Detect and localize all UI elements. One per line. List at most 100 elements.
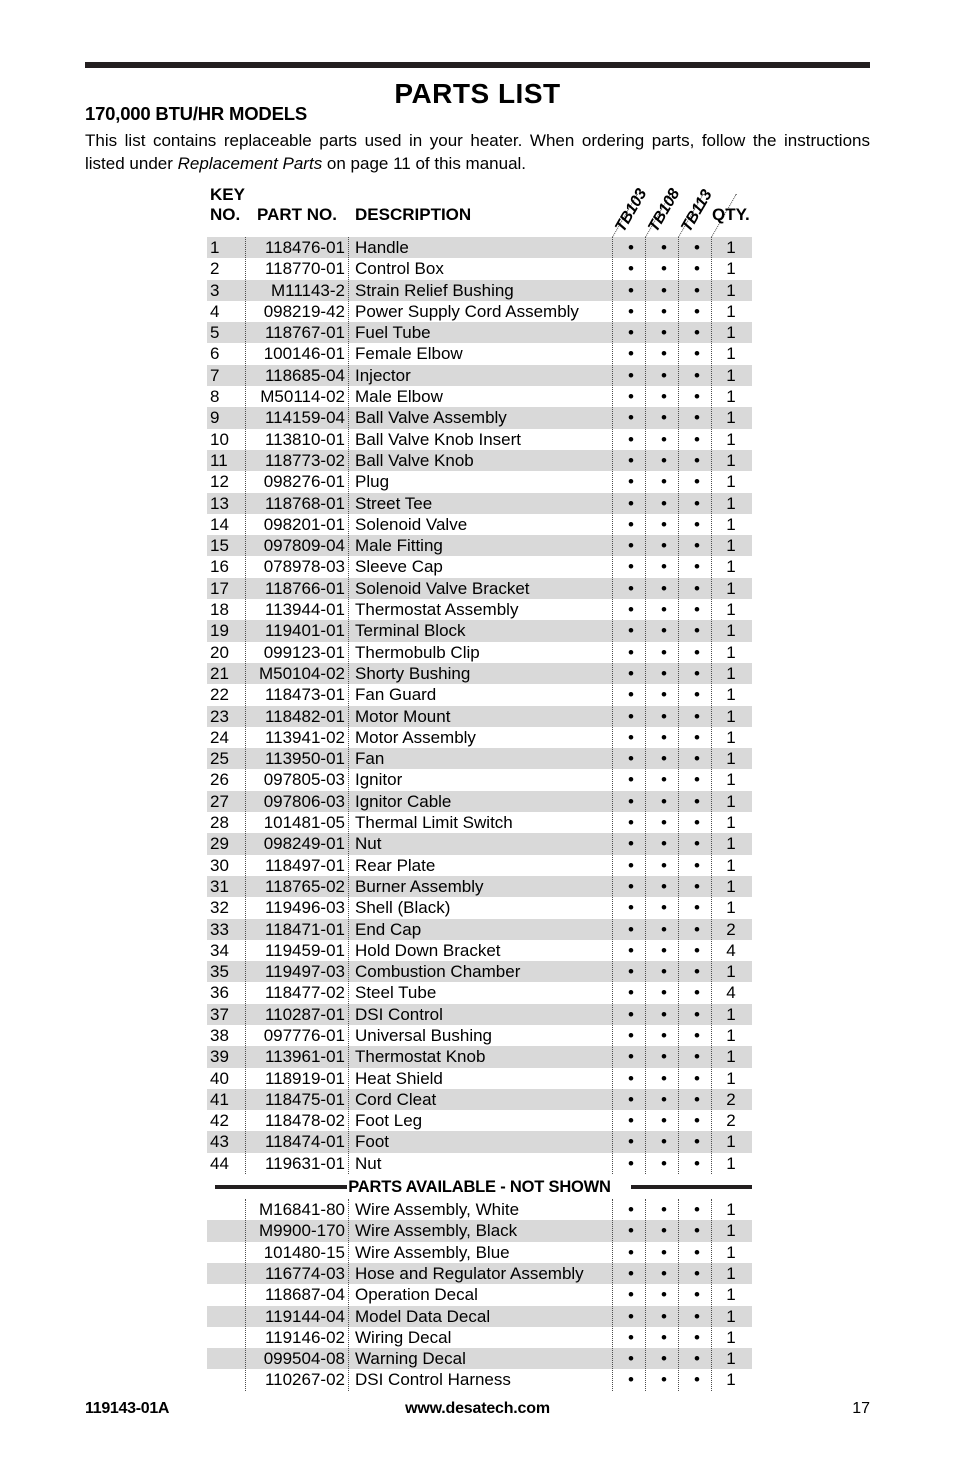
cell-qty: 1: [726, 472, 736, 492]
table-row: 6 100146-01 Female Elbow • • • 1: [207, 343, 752, 364]
cell-qty: 1: [726, 1349, 736, 1369]
cell-description: Sleeve Cap: [355, 557, 443, 577]
cell-description: Solenoid Valve Bracket: [355, 578, 530, 598]
cell-qty: 1: [726, 429, 736, 449]
cell-model-mark-tb103: •: [628, 1285, 634, 1305]
cell-qty: 1: [726, 770, 736, 790]
header-rule: [85, 62, 870, 68]
cell-description: Fuel Tube: [355, 323, 431, 343]
cell-part-no: 119496-03: [264, 898, 345, 918]
cell-model-mark-tb108: •: [661, 749, 667, 769]
cell-key-no: 25: [210, 749, 229, 769]
cell-model-mark-tb108: •: [661, 642, 667, 662]
cell-part-no: 118770-01: [264, 259, 345, 279]
cell-description: Handle: [355, 238, 409, 257]
cell-model-mark-tb113: •: [694, 813, 700, 833]
cell-model-mark-tb108: •: [661, 1285, 667, 1305]
cell-key-no: 19: [210, 621, 229, 641]
cell-description: Nut: [355, 1153, 382, 1173]
cell-model-mark-tb103: •: [628, 1242, 634, 1262]
cell-model-mark-tb113: •: [694, 1089, 700, 1109]
cell-model-mark-tb103: •: [628, 727, 634, 747]
table-row: 41 118475-01 Cord Cleat • • • 2: [207, 1088, 752, 1111]
cell-qty: 2: [726, 1089, 736, 1109]
cell-qty: 1: [726, 557, 736, 577]
cell-key-no: 21: [210, 663, 229, 683]
section-divider-label: PARTS AVAILABLE - NOT SHOWN: [348, 1178, 611, 1197]
cell-qty: 4: [726, 940, 736, 960]
cell-model-mark-tb113: •: [694, 429, 700, 449]
table-row: 101480-15 Wire Assembly, Blue • • • 1: [207, 1242, 752, 1263]
cell-model-mark-tb113: •: [694, 578, 700, 598]
cell-part-no: 118474-01: [264, 1132, 345, 1152]
cell-description: DSI Control Harness: [355, 1370, 511, 1390]
cell-part-no: M11143-2: [270, 280, 345, 300]
cell-model-mark-tb113: •: [694, 962, 700, 982]
table-row: 116774-03 Hose and Regulator Assembly • • • 1: [207, 1262, 752, 1285]
cell-model-mark-tb113: •: [694, 259, 700, 279]
cell-part-no: 118766-01: [264, 578, 345, 598]
cell-model-mark-tb113: •: [694, 365, 700, 385]
cell-model-mark-tb113: •: [694, 1068, 700, 1088]
table-row: 20 099123-01 Thermobulb Clip • • • 1: [207, 642, 752, 663]
column-header-part-no: PART NO.: [257, 205, 337, 224]
table-row: 32 119496-03 Shell (Black) • • • 1: [207, 897, 752, 918]
intro-italic-reference: Replacement Parts: [177, 153, 323, 173]
cell-model-mark-tb113: •: [694, 323, 700, 343]
cell-qty: 1: [726, 663, 736, 683]
column-divider: [645, 1199, 646, 1391]
cell-model-mark-tb108: •: [661, 1327, 667, 1347]
cell-part-no: 116774-03: [264, 1263, 345, 1283]
cell-model-mark-tb113: •: [694, 706, 700, 726]
column-divider: [348, 237, 349, 1175]
cell-model-mark-tb103: •: [628, 323, 634, 343]
table-row: 19 119401-01 Terminal Block • • • 1: [207, 620, 752, 642]
cell-part-no: 118919-01: [264, 1068, 345, 1088]
cell-model-mark-tb108: •: [661, 770, 667, 790]
table-row: 21 M50104-02 Shorty Bushing • • • 1: [207, 662, 752, 685]
cell-model-mark-tb103: •: [628, 365, 634, 385]
cell-qty: 1: [726, 876, 736, 896]
cell-key-no: 8: [210, 387, 220, 407]
cell-model-mark-tb108: •: [661, 1132, 667, 1152]
cell-model-mark-tb113: •: [694, 301, 700, 321]
cell-model-mark-tb103: •: [628, 919, 634, 939]
cell-qty: 2: [726, 1111, 736, 1131]
cell-qty: 1: [726, 536, 736, 556]
cell-model-mark-tb113: •: [694, 1285, 700, 1305]
column-divider: [245, 237, 246, 1175]
cell-part-no: 113961-01: [264, 1047, 345, 1067]
table-row: 34 119459-01 Hold Down Bracket • • • 4: [207, 940, 752, 961]
column-header-model-tb103: TB103: [612, 186, 651, 235]
cell-model-mark-tb113: •: [694, 280, 700, 300]
table-row: 1 118476-01 Handle • • • 1: [207, 237, 752, 259]
cell-part-no: 118475-01: [264, 1089, 345, 1109]
cell-qty: 1: [726, 493, 736, 513]
cell-part-no: 118477-02: [264, 983, 345, 1003]
cell-qty: 1: [726, 450, 736, 470]
cell-model-mark-tb103: •: [628, 238, 634, 257]
cell-model-mark-tb108: •: [661, 663, 667, 683]
cell-key-no: 38: [210, 1025, 229, 1045]
cell-model-mark-tb113: •: [694, 600, 700, 620]
cell-key-no: 17: [210, 578, 229, 598]
cell-model-mark-tb113: •: [694, 1132, 700, 1152]
column-header-model-tb108: TB108: [645, 186, 684, 235]
cell-part-no: 097806-03: [263, 791, 345, 811]
cell-model-mark-tb113: •: [694, 642, 700, 662]
cell-description: Shell (Black): [355, 898, 451, 918]
cell-model-mark-tb103: •: [628, 1111, 634, 1131]
table-row: 12 098276-01 Plug • • • 1: [207, 471, 752, 492]
cell-model-mark-tb113: •: [694, 1004, 700, 1024]
cell-description: Thermostat Knob: [355, 1047, 486, 1067]
cell-model-mark-tb113: •: [694, 472, 700, 492]
cell-description: Fan Guard: [355, 685, 437, 705]
cell-model-mark-tb108: •: [661, 429, 667, 449]
cell-model-mark-tb113: •: [694, 1221, 700, 1241]
cell-description: Power Supply Cord Assembly: [355, 301, 579, 321]
cell-model-mark-tb108: •: [661, 621, 667, 641]
cell-model-mark-tb103: •: [628, 621, 634, 641]
column-divider: [678, 237, 679, 1175]
cell-model-mark-tb108: •: [661, 472, 667, 492]
cell-description: Hose and Regulator Assembly: [355, 1263, 584, 1283]
